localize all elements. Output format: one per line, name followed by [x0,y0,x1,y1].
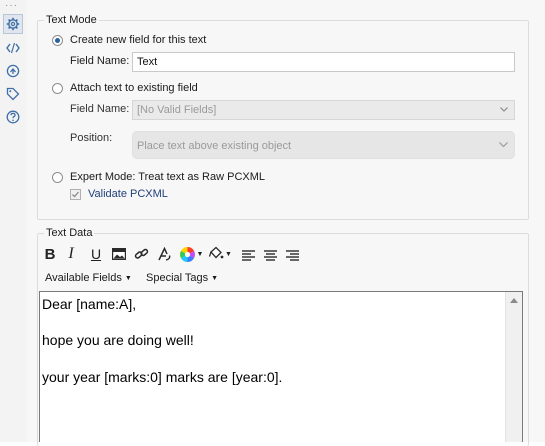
attach-field-select[interactable]: [No Valid Fields] [132,100,515,120]
font-icon [157,246,170,261]
link-button[interactable] [133,245,149,263]
editor-line: Dear [name:A], [42,296,137,312]
attach-field-name-label: Field Name: [70,103,130,115]
align-right-button[interactable] [285,246,299,264]
color-wheel-icon [179,246,195,262]
tag-icon[interactable] [3,84,23,104]
editor-line: hope you are doing well! [42,332,194,348]
attach-existing-field-radio[interactable] [52,83,63,94]
validate-pcxml-label[interactable]: Validate PCXML [88,188,168,200]
available-fields-label: Available Fields [45,272,122,284]
field-name-label: Field Name: [70,55,130,67]
color-picker-button[interactable]: ▼ [178,245,204,263]
sidebar-grip[interactable]: ··· [5,0,18,11]
caret-down-icon: ▼ [196,250,204,258]
text-mode-title: Text Mode [44,14,99,26]
attach-existing-field-label[interactable]: Attach text to existing field [70,82,198,94]
create-new-field-radio[interactable] [52,35,63,46]
underline-button[interactable]: U [89,245,103,263]
image-button[interactable] [111,245,127,263]
sidebar: ··· [0,0,28,442]
editor-scrollbar[interactable] [505,292,522,442]
expert-mode-radio[interactable] [52,172,63,183]
special-tags-label: Special Tags [146,272,209,284]
text-data-title: Text Data [44,227,95,239]
italic-button[interactable]: I [65,245,77,263]
align-left-button[interactable] [241,246,255,264]
image-icon [112,248,126,260]
text-editor[interactable]: Dear [name:A], hope you are doing well! … [39,291,523,442]
font-button[interactable] [156,245,172,263]
align-center-button[interactable] [263,246,277,264]
align-right-icon [285,249,299,261]
chevron-down-icon [499,142,508,147]
bold-button[interactable]: B [43,245,57,263]
validate-pcxml-checkbox[interactable] [70,189,81,200]
scroll-up-arrow-icon[interactable] [510,298,518,303]
caret-down-icon: ▼ [124,275,132,282]
create-new-field-label[interactable]: Create new field for this text [70,34,206,46]
help-icon[interactable] [3,107,23,127]
special-tags-menu[interactable]: Special Tags ▼ [146,272,218,284]
available-fields-menu[interactable]: Available Fields ▼ [45,272,132,284]
paint-bucket-icon [208,246,224,259]
link-icon [134,248,148,259]
code-icon[interactable] [3,38,23,58]
fill-color-button[interactable]: ▼ [207,245,233,263]
attach-field-select-value: [No Valid Fields] [137,104,217,116]
checkmark-icon [72,191,79,198]
expert-mode-label[interactable]: Expert Mode: Treat text as Raw PCXML [70,171,265,183]
align-left-icon [241,249,255,261]
align-center-icon [263,249,277,261]
gear-icon[interactable] [3,14,23,34]
position-select-value: Place text above existing object [137,140,292,152]
configuration-panel: Text Mode Create new field for this text… [27,0,545,446]
text-mode-group: Text Mode Create new field for this text… [37,14,529,220]
editor-line: your year [marks:0] marks are [year:0]. [42,369,283,385]
caret-down-icon: ▼ [225,250,232,258]
chevron-down-icon [500,107,508,112]
field-name-input[interactable] [132,52,515,72]
connection-icon[interactable] [3,61,23,81]
caret-down-icon: ▼ [211,275,219,282]
position-select[interactable]: Place text above existing object [132,131,515,159]
position-label: Position: [70,132,113,144]
